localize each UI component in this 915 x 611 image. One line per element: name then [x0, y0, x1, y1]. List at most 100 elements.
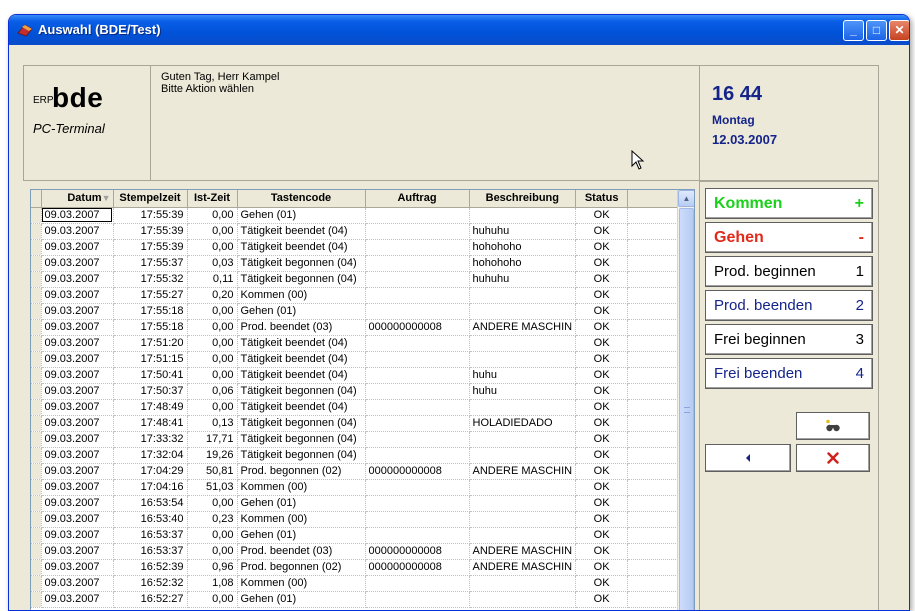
cell-datum[interactable]: 09.03.2007	[41, 415, 114, 432]
cell-tastencode[interactable]: Tätigkeit begonnen (04)	[237, 431, 366, 448]
cell-tastencode[interactable]: Kommen (00)	[237, 511, 366, 528]
cell-tastencode[interactable]: Gehen (01)	[237, 207, 366, 224]
maximize-button[interactable]: □	[866, 20, 887, 41]
cell-beschreibung[interactable]: hohohoho	[469, 255, 577, 272]
cell-datum[interactable]: 09.03.2007	[41, 255, 114, 272]
row-indicator[interactable]	[31, 479, 42, 496]
cell-tastencode[interactable]: Tätigkeit beendet (04)	[237, 351, 366, 368]
cell-beschreibung[interactable]: huhu	[469, 367, 577, 384]
close-button[interactable]: ✕	[889, 20, 909, 41]
table-row[interactable]: 09.03.2007 16:53:37 0,00 Prod. beendet (03)…	[31, 543, 682, 560]
prod-beginnen-button[interactable]: Prod. beginnen 1	[705, 256, 873, 287]
cell-beschreibung[interactable]	[469, 335, 577, 352]
cell-ist-zeit[interactable]: 0,00	[187, 239, 238, 256]
column-header-tastencode[interactable]: Tastencode	[237, 190, 366, 208]
cell-status[interactable]: OK	[575, 271, 629, 288]
kommen-button[interactable]: Kommen +	[705, 188, 873, 219]
column-header-datum[interactable]: Datum▼	[41, 190, 114, 208]
table-row[interactable]: 09.03.2007 17:51:15 0,00 Tätigkeit beendet …	[31, 351, 682, 368]
table-row[interactable]: 09.03.2007 17:55:37 0,03 Tätigkeit begonnen…	[31, 255, 682, 272]
cell-stempelzeit[interactable]: 17:33:32	[113, 431, 188, 448]
cell-beschreibung[interactable]	[469, 287, 577, 304]
row-indicator[interactable]	[31, 319, 42, 336]
cell-stempelzeit[interactable]: 16:52:39	[113, 559, 188, 576]
cell-datum[interactable]: 09.03.2007	[41, 559, 114, 576]
table-row[interactable]: 09.03.2007 16:52:39 0,96 Prod. begonnen (02…	[31, 559, 682, 576]
cell-tastencode[interactable]: Tätigkeit begonnen (04)	[237, 415, 366, 432]
cell-auftrag[interactable]	[365, 479, 470, 496]
cell-tastencode[interactable]: Gehen (01)	[237, 527, 366, 544]
cell-stempelzeit[interactable]: 17:48:49	[113, 399, 188, 416]
cell-stempelzeit[interactable]: 17:48:41	[113, 415, 188, 432]
table-row[interactable]: 09.03.2007 16:53:54 0,00 Gehen (01) OK	[31, 495, 682, 512]
title-bar[interactable]: Auswahl (BDE/Test) _ □ ✕	[9, 15, 909, 45]
cell-stempelzeit[interactable]: 17:04:29	[113, 463, 188, 480]
cell-auftrag[interactable]	[365, 495, 470, 512]
cell-stempelzeit[interactable]: 16:53:40	[113, 511, 188, 528]
cell-auftrag[interactable]: 000000000008	[365, 463, 470, 480]
table-row[interactable]: 09.03.2007 17:55:18 0,00 Gehen (01) OK	[31, 303, 682, 320]
cell-tastencode[interactable]: Prod. begonnen (02)	[237, 463, 366, 480]
cell-datum[interactable]: 09.03.2007	[41, 335, 114, 352]
row-indicator[interactable]	[31, 591, 42, 608]
cell-auftrag[interactable]	[365, 255, 470, 272]
cell-auftrag[interactable]: 000000000008	[365, 559, 470, 576]
cell-datum[interactable]: 09.03.2007	[41, 271, 114, 288]
cell-status[interactable]: OK	[575, 255, 629, 272]
cell-ist-zeit[interactable]: 19,26	[187, 447, 238, 464]
row-indicator[interactable]	[31, 239, 42, 256]
vertical-scrollbar[interactable]: ▲	[677, 190, 694, 610]
cell-status[interactable]: OK	[575, 431, 629, 448]
cell-ist-zeit[interactable]: 0,00	[187, 223, 238, 240]
row-indicator[interactable]	[31, 447, 42, 464]
cell-auftrag[interactable]	[365, 575, 470, 592]
cell-datum[interactable]: 09.03.2007	[41, 495, 114, 512]
table-row[interactable]: 09.03.2007 17:48:49 0,00 Tätigkeit beendet …	[31, 399, 682, 416]
cell-stempelzeit[interactable]: 17:55:18	[113, 319, 188, 336]
cell-auftrag[interactable]	[365, 287, 470, 304]
cell-auftrag[interactable]	[365, 447, 470, 464]
cell-ist-zeit[interactable]: 0,00	[187, 207, 238, 224]
cell-stempelzeit[interactable]: 17:55:37	[113, 255, 188, 272]
cell-stempelzeit[interactable]: 17:32:04	[113, 447, 188, 464]
table-row[interactable]: 09.03.2007 17:48:41 0,13 Tätigkeit begonnen…	[31, 415, 682, 432]
cell-beschreibung[interactable]	[469, 431, 577, 448]
cell-ist-zeit[interactable]: 0,00	[187, 335, 238, 352]
cell-tastencode[interactable]: Prod. begonnen (02)	[237, 559, 366, 576]
cell-datum[interactable]: 09.03.2007	[41, 383, 114, 400]
cell-datum[interactable]: 09.03.2007	[41, 479, 114, 496]
cell-beschreibung[interactable]	[469, 511, 577, 528]
cell-datum[interactable]: 09.03.2007	[41, 287, 114, 304]
cell-tastencode[interactable]: Tätigkeit beendet (04)	[237, 223, 366, 240]
cell-stempelzeit[interactable]: 17:50:41	[113, 367, 188, 384]
table-row[interactable]: 09.03.2007 17:55:18 0,00 Prod. beendet (03)…	[31, 319, 682, 336]
cell-stempelzeit[interactable]: 16:52:27	[113, 591, 188, 608]
minimize-button[interactable]: _	[843, 20, 864, 41]
gehen-button[interactable]: Gehen -	[705, 222, 873, 253]
cell-beschreibung[interactable]	[469, 351, 577, 368]
row-indicator[interactable]	[31, 527, 42, 544]
cell-status[interactable]: OK	[575, 239, 629, 256]
cell-status[interactable]: OK	[575, 303, 629, 320]
cell-ist-zeit[interactable]: 0,00	[187, 351, 238, 368]
row-indicator[interactable]	[31, 543, 42, 560]
cell-stempelzeit[interactable]: 17:55:32	[113, 271, 188, 288]
row-indicator[interactable]	[31, 287, 42, 304]
cell-tastencode[interactable]: Gehen (01)	[237, 303, 366, 320]
row-indicator[interactable]	[31, 559, 42, 576]
cell-datum[interactable]: 09.03.2007	[41, 431, 114, 448]
cell-auftrag[interactable]	[365, 335, 470, 352]
row-indicator[interactable]	[31, 495, 42, 512]
cell-auftrag[interactable]: 000000000008	[365, 319, 470, 336]
cell-tastencode[interactable]: Tätigkeit begonnen (04)	[237, 255, 366, 272]
cell-ist-zeit[interactable]: 51,03	[187, 479, 238, 496]
cell-datum[interactable]: 09.03.2007	[41, 399, 114, 416]
cell-beschreibung[interactable]: huhuhu	[469, 271, 577, 288]
cell-auftrag[interactable]	[365, 239, 470, 256]
table-row[interactable]: 09.03.2007 17:55:39 0,00 Tätigkeit beendet …	[31, 239, 682, 256]
cell-stempelzeit[interactable]: 17:51:20	[113, 335, 188, 352]
cell-status[interactable]: OK	[575, 559, 629, 576]
table-row[interactable]: 09.03.2007 17:33:32 17,71 Tätigkeit begonne…	[31, 431, 682, 448]
cell-datum[interactable]: 09.03.2007	[41, 591, 114, 608]
cell-beschreibung[interactable]: ANDERE MASCHIN	[469, 463, 577, 480]
